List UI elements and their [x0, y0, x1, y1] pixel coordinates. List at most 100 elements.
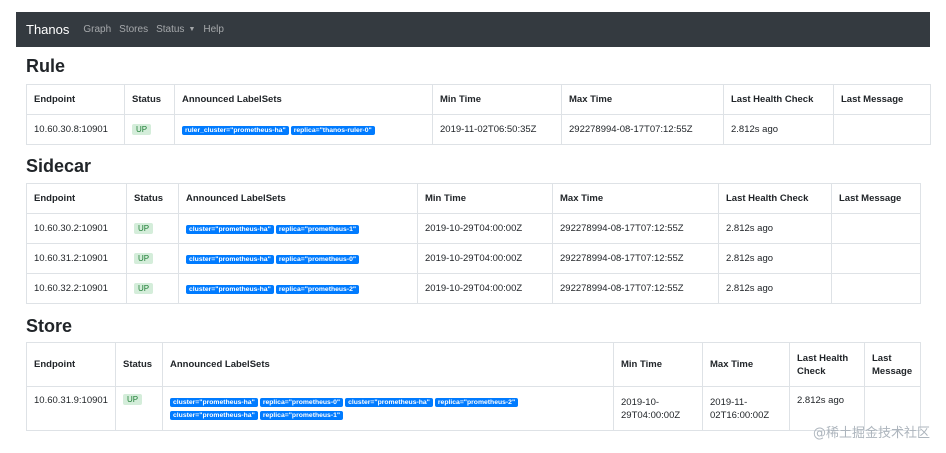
status-badge: UP — [134, 253, 154, 264]
status-badge: UP — [123, 394, 143, 405]
header-status: Status — [115, 342, 163, 387]
header-endpoint: Endpoint — [26, 342, 116, 387]
status-cell: UP — [115, 386, 163, 431]
min-time-cell: 2019-10-29T04:00:00Z — [417, 273, 553, 304]
nav-graph-link[interactable]: Graph — [83, 24, 111, 35]
caret-down-icon: ▼ — [188, 26, 196, 33]
nav-help-link[interactable]: Help — [203, 24, 224, 35]
min-time-cell: 2019-10-29T04:00:00Z — [417, 213, 553, 244]
label-badge: cluster="prometheus-ha" — [170, 398, 258, 407]
header-max-time: Max Time — [702, 342, 790, 387]
header-message-line1: Last — [872, 352, 892, 364]
store-table: Endpoint Status Announced LabelSets Min … — [26, 342, 921, 431]
label-badge: cluster="prometheus-ha" — [186, 285, 274, 294]
nav-status-dropdown[interactable]: Status ▼ — [156, 24, 195, 35]
labelsets-cell: cluster="prometheus-ha" replica="promethe… — [178, 243, 418, 274]
header-status: Status — [124, 84, 175, 115]
header-labelsets: Announced LabelSets — [162, 342, 614, 387]
table-row: 10.60.31.9:10901 UP cluster="prometheus-… — [26, 386, 921, 431]
header-min-time: Min Time — [432, 84, 562, 115]
header-health: Last Health Check — [718, 183, 832, 214]
rule-table: Endpoint Status Announced LabelSets Min … — [26, 84, 931, 145]
health-cell: 2.812s ago — [718, 273, 832, 304]
header-labelsets: Announced LabelSets — [174, 84, 433, 115]
message-cell — [833, 114, 931, 145]
label-badge: ruler_cluster="prometheus-ha" — [182, 126, 289, 135]
table-row: 10.60.31.2:10901 UP cluster="prometheus-… — [26, 243, 921, 274]
label-badge: replica="prometheus-1" — [275, 225, 360, 234]
header-health-line1: Last Health — [797, 352, 849, 364]
min-time-cell: 2019-11-02T06:50:35Z — [432, 114, 562, 145]
message-cell — [831, 273, 921, 304]
header-health: Last Health Check — [723, 84, 834, 115]
endpoint-cell: 10.60.30.2:10901 — [26, 213, 127, 244]
header-min-time: Min Time — [613, 342, 703, 387]
endpoint-cell: 10.60.31.9:10901 — [26, 386, 116, 431]
header-max-time: Max Time — [561, 84, 724, 115]
status-cell: UP — [124, 114, 175, 145]
label-badge: replica="prometheus-1" — [259, 411, 344, 420]
label-badge: replica="prometheus-0" — [275, 255, 360, 264]
header-endpoint: Endpoint — [26, 84, 125, 115]
brand-link[interactable]: Thanos — [26, 22, 69, 37]
max-time-cell: 292278994-08-17T07:12:55Z — [552, 213, 719, 244]
label-badge: replica="thanos-ruler-0" — [290, 126, 375, 135]
endpoint-cell: 10.60.31.2:10901 — [26, 243, 127, 274]
health-cell: 2.812s ago — [718, 213, 832, 244]
table-header-row: Endpoint Status Announced LabelSets Min … — [26, 84, 931, 115]
store-section-title: Store — [26, 316, 73, 336]
status-badge: UP — [132, 124, 152, 135]
endpoint-cell: 10.60.30.8:10901 — [26, 114, 125, 145]
header-message-line2: Message — [872, 365, 913, 377]
labelsets-cell: ruler_cluster="prometheus-ha" replica="th… — [174, 114, 433, 145]
max-time-cell: 2019-11- 02T16:00:00Z — [702, 386, 790, 431]
message-cell — [831, 243, 921, 274]
max-time-line1: 2019-11- — [710, 396, 748, 408]
label-badge: cluster="prometheus-ha" — [170, 411, 258, 420]
header-health-line2: Check — [797, 365, 826, 377]
nav-stores-link[interactable]: Stores — [119, 24, 148, 35]
header-health: Last Health Check — [789, 342, 865, 387]
table-row: 10.60.30.2:10901 UP cluster="prometheus-… — [26, 213, 921, 244]
min-time-line2: 29T04:00:00Z — [621, 409, 681, 421]
max-time-cell: 292278994-08-17T07:12:55Z — [561, 114, 724, 145]
header-labelsets: Announced LabelSets — [178, 183, 418, 214]
min-time-cell: 2019-10-29T04:00:00Z — [417, 243, 553, 274]
status-badge: UP — [134, 223, 154, 234]
table-row: 10.60.30.8:10901 UP ruler_cluster="prome… — [26, 114, 931, 145]
rule-section-title: Rule — [26, 56, 66, 76]
header-message: Last Message — [831, 183, 921, 214]
status-cell: UP — [126, 273, 179, 304]
sidecar-section-title: Sidecar — [26, 156, 92, 176]
max-time-line2: 02T16:00:00Z — [710, 409, 770, 421]
header-message: Last Message — [864, 342, 921, 387]
label-badge: replica="prometheus-2" — [275, 285, 360, 294]
labelsets-cell: cluster="prometheus-ha" replica="promethe… — [178, 213, 418, 244]
health-cell: 2.812s ago — [723, 114, 834, 145]
label-badge: cluster="prometheus-ha" — [186, 255, 274, 264]
status-badge: UP — [134, 283, 154, 294]
health-cell: 2.812s ago — [718, 243, 832, 274]
message-cell — [831, 213, 921, 244]
watermark-text: @稀土掘金技术社区 — [812, 426, 930, 441]
label-badge: replica="prometheus-0" — [259, 398, 344, 407]
labelsets-cell: cluster="prometheus-ha" replica="promethe… — [178, 273, 418, 304]
sidecar-table: Endpoint Status Announced LabelSets Min … — [26, 183, 921, 304]
label-badge: replica="prometheus-2" — [434, 398, 519, 407]
header-max-time: Max Time — [552, 183, 719, 214]
header-message: Last Message — [833, 84, 931, 115]
min-time-cell: 2019-10- 29T04:00:00Z — [613, 386, 703, 431]
max-time-cell: 292278994-08-17T07:12:55Z — [552, 273, 719, 304]
nav-status-label: Status — [156, 24, 185, 35]
table-header-row: Endpoint Status Announced LabelSets Min … — [26, 183, 921, 214]
label-badge: cluster="prometheus-ha" — [186, 225, 274, 234]
status-cell: UP — [126, 243, 179, 274]
table-header-row: Endpoint Status Announced LabelSets Min … — [26, 342, 921, 387]
header-endpoint: Endpoint — [26, 183, 127, 214]
status-cell: UP — [126, 213, 179, 244]
labelsets-cell: cluster="prometheus-ha" replica="promethe… — [162, 386, 614, 431]
header-status: Status — [126, 183, 179, 214]
header-min-time: Min Time — [417, 183, 553, 214]
min-time-line1: 2019-10- — [621, 396, 660, 408]
max-time-cell: 292278994-08-17T07:12:55Z — [552, 243, 719, 274]
